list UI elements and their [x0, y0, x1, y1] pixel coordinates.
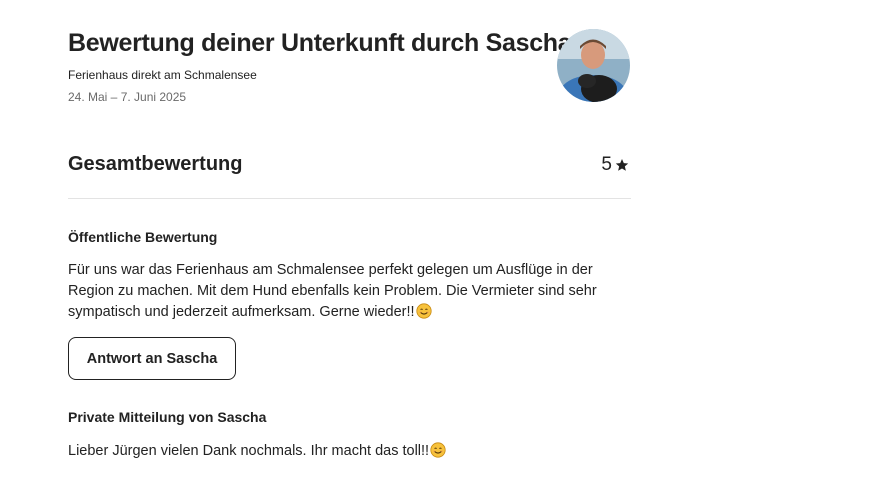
reply-to-guest-button[interactable]: Antwort an Sascha	[68, 337, 236, 380]
stay-dates: 24. Mai – 7. Juni 2025	[68, 90, 187, 104]
smiling-face-icon	[415, 303, 432, 319]
listing-name: Ferienhaus direkt am Schmalensee	[68, 68, 257, 82]
review-page: Bewertung deiner Unterkunft durch Sascha…	[0, 0, 880, 494]
public-review-text: Für uns war das Ferienhaus am Schmalense…	[68, 262, 597, 320]
private-message-text: Lieber Jürgen vielen Dank nochmals. Ihr …	[68, 443, 430, 459]
overall-rating-score: 5	[601, 154, 629, 176]
guest-avatar-image	[557, 29, 630, 102]
guest-avatar[interactable]	[557, 29, 630, 102]
section-divider	[68, 198, 631, 199]
overall-rating-row: Gesamtbewertung 5	[68, 153, 631, 179]
smiling-face-icon	[430, 442, 446, 458]
public-review-body: Für uns war das Ferienhaus am Schmalense…	[68, 260, 628, 323]
overall-rating-label: Gesamtbewertung	[68, 153, 243, 175]
public-review-heading: Öffentliche Bewertung	[68, 229, 218, 245]
star-icon	[615, 158, 629, 172]
page-title: Bewertung deiner Unterkunft durch Sascha	[68, 29, 572, 57]
private-message-heading: Private Mitteilung von Sascha	[68, 409, 267, 425]
overall-rating-value: 5	[601, 154, 612, 175]
private-message-body: Lieber Jürgen vielen Dank nochmals. Ihr …	[68, 441, 628, 462]
